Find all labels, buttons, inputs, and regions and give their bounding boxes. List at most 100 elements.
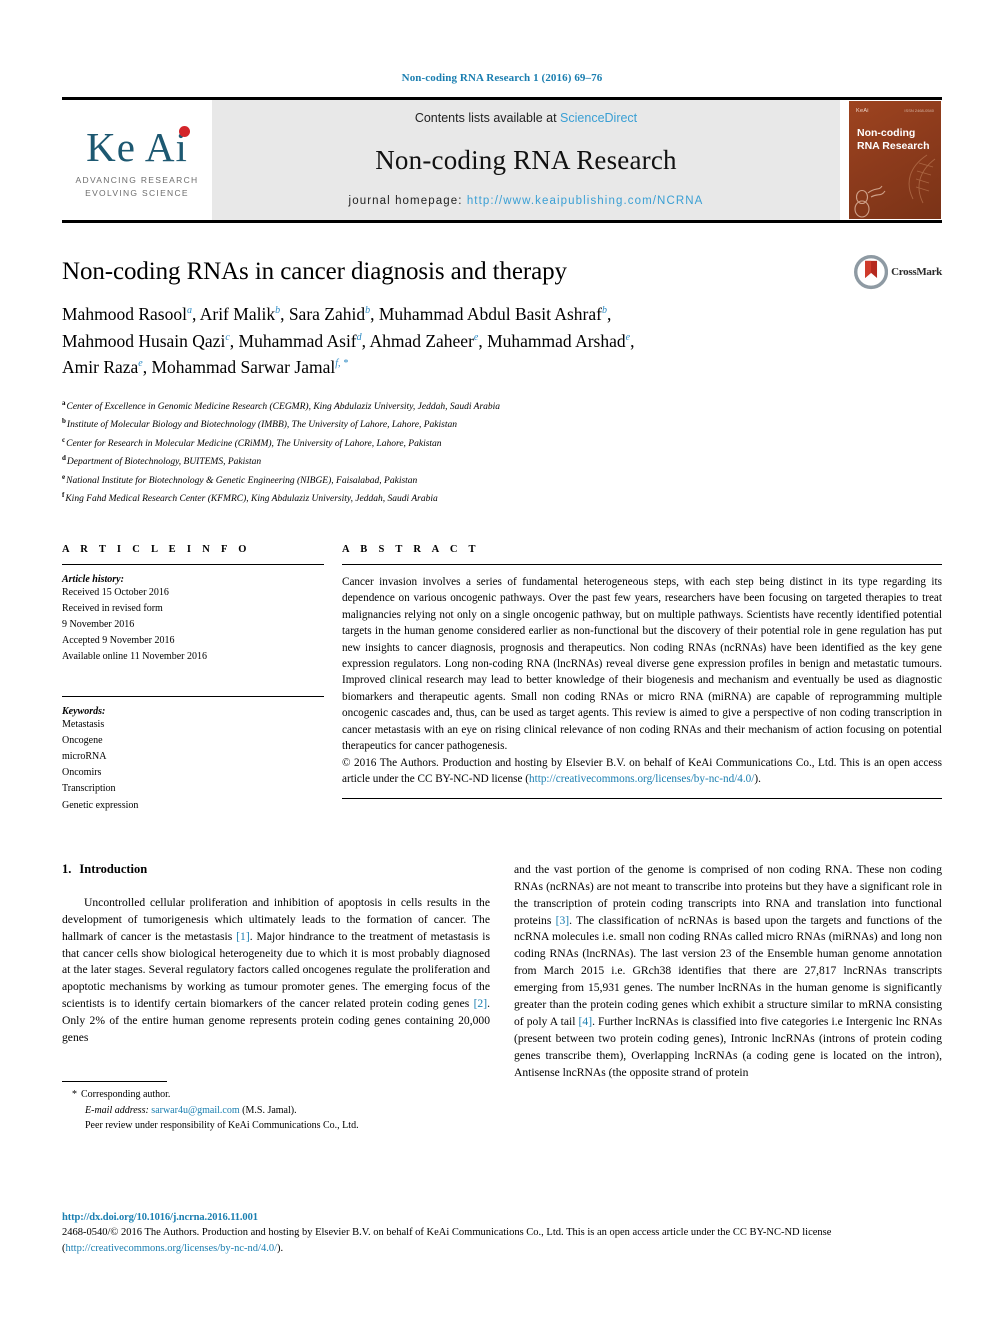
- keai-red-dot-icon: [178, 126, 190, 138]
- affiliation-text: Institute of Molecular Biology and Biote…: [66, 420, 457, 431]
- history-line: 9 November 2016: [62, 619, 135, 631]
- affiliation-text: Center for Research in Molecular Medicin…: [66, 438, 442, 449]
- sciencedirect-link[interactable]: ScienceDirect: [560, 111, 637, 125]
- body-column-left: 1. Introduction Uncontrolled cellular pro…: [62, 862, 490, 1134]
- affiliation-mark: d: [62, 454, 66, 463]
- crossmark-badge[interactable]: CrossMark: [854, 251, 942, 293]
- contents-lists-line: Contents lists available at ScienceDirec…: [415, 111, 637, 125]
- email-label: E-mail address:: [85, 1104, 149, 1116]
- article-history-lines: Received 15 October 2016 Received in rev…: [62, 585, 324, 666]
- journal-title: Non-coding RNA Research: [375, 144, 677, 175]
- abstract-bottom-rule: [342, 797, 942, 799]
- body-column-right: and the vast portion of the genome is co…: [514, 862, 942, 1134]
- footnote-star-mark: *: [72, 1089, 77, 1101]
- citation-ref-4[interactable]: [4]: [579, 1015, 593, 1028]
- affiliation-item: bInstitute of Molecular Biology and Biot…: [62, 415, 942, 433]
- corresponding-author-note: * Corresponding author.: [72, 1087, 490, 1103]
- author-name: Amir Raza: [62, 357, 139, 378]
- article-info-heading: A R T I C L E I N F O: [62, 543, 251, 555]
- cc-license-link[interactable]: http://creativecommons.org/licenses/by-n…: [529, 773, 754, 785]
- author-name: Ahmad Zaheer: [369, 330, 474, 351]
- keai-tagline-line1: ADVANCING RESEARCH: [75, 175, 199, 186]
- masthead-bottom-rule: [62, 220, 942, 223]
- page-title: Non-coding RNAs in cancer diagnosis and …: [62, 258, 567, 285]
- author-name: Sara Zahid: [288, 304, 366, 324]
- section-number: 1.: [62, 861, 72, 876]
- keai-tagline-line2: EVOLVING SCIENCE: [85, 187, 189, 198]
- author-name: Mohammad Sarwar Jamal: [151, 357, 336, 378]
- author-affil-mark: b: [365, 305, 371, 317]
- footer-legal-post: ).: [277, 1242, 284, 1254]
- citation-ref-2[interactable]: [2]: [474, 997, 488, 1010]
- section-title: Introduction: [79, 861, 148, 876]
- page-footer: http://dx.doi.org/10.1016/j.ncrna.2016.1…: [62, 1212, 942, 1257]
- info-abstract-panel: A R T I C L E I N F O Article history: R…: [62, 544, 942, 818]
- author-affil-mark: e: [625, 331, 631, 343]
- affiliation-mark: c: [62, 435, 66, 444]
- history-line: Received in revised form: [62, 602, 163, 614]
- abstract-heading: A B S T R A C T: [342, 543, 480, 555]
- affiliation-list: aCenter of Excellence in Genomic Medicin…: [62, 397, 942, 508]
- keyword-item: Oncomirs: [62, 767, 102, 779]
- history-line: Accepted 9 November 2016: [62, 635, 175, 647]
- contents-prefix: Contents lists available at: [414, 111, 561, 125]
- author-name: Muhammad Asif: [238, 330, 357, 351]
- intro-paragraph-left: Uncontrolled cellular proliferation and …: [62, 895, 490, 1047]
- running-head: Non-coding RNA Research 1 (2016) 69–76: [401, 72, 603, 84]
- intro-right-mid: . The classification of ncRNAs is based …: [514, 913, 942, 1029]
- author-name: Mahmood Husain Qazi: [62, 330, 226, 351]
- body-columns: 1. Introduction Uncontrolled cellular pro…: [62, 862, 942, 1134]
- affiliation-mark: e: [62, 472, 66, 481]
- intro-paragraph-right: and the vast portion of the genome is co…: [514, 862, 942, 1082]
- keyword-item: Genetic expression: [62, 799, 139, 811]
- corresponding-author-text: Corresponding author.: [81, 1089, 171, 1101]
- journal-cover-thumbnail: KeAi ISSN 2468-0540 Non-coding RNA Resea…: [848, 100, 942, 220]
- journal-homepage-line: journal homepage: http://www.keaipublish…: [349, 195, 704, 207]
- journal-homepage-url[interactable]: http://www.keaipublishing.com/NCRNA: [467, 195, 704, 207]
- keai-wordmark-text: Ke Ai: [86, 126, 190, 168]
- keywords-list: Metastasis Oncogene microRNA Oncomirs Tr…: [62, 717, 324, 814]
- keywords-group: Keywords: Metastasis Oncogene microRNA O…: [62, 706, 324, 814]
- affiliation-text: Center of Excellence in Genomic Medicine…: [66, 401, 501, 412]
- history-line: Received 15 October 2016: [62, 586, 169, 598]
- article-history-group: Article history: Received 15 October 201…: [62, 574, 324, 666]
- abstract-copyright: © 2016 The Authors. Production and hosti…: [342, 755, 942, 788]
- corresponding-email-link[interactable]: sarwar4u@gmail.com: [151, 1105, 239, 1116]
- article-history-label: Article history:: [62, 573, 124, 585]
- affiliation-text: Department of Biotechnology, BUITEMS, Pa…: [66, 457, 262, 468]
- keai-tagline: ADVANCING RESEARCH EVOLVING SCIENCE: [76, 174, 199, 199]
- keyword-item: microRNA: [62, 751, 107, 762]
- doi-link[interactable]: http://dx.doi.org/10.1016/j.ncrna.2016.1…: [62, 1212, 942, 1223]
- affiliation-mark: f: [62, 491, 65, 500]
- cover-topbar: KeAi ISSN 2468-0540: [849, 101, 941, 114]
- footer-cc-license-link[interactable]: http://creativecommons.org/licenses/by-n…: [66, 1243, 278, 1254]
- section-heading-introduction: 1. Introduction: [62, 862, 490, 877]
- affiliation-text: National Institute for Biotechnology & G…: [66, 475, 418, 486]
- citation-ref-1[interactable]: [1]: [236, 930, 250, 943]
- author-affil-mark: c: [225, 331, 230, 343]
- footer-legal-text: 2468-0540/© 2016 The Authors. Production…: [62, 1225, 942, 1257]
- article-info-rule: [62, 563, 324, 565]
- peer-review-note: Peer review under responsibility of KeAi…: [85, 1120, 359, 1132]
- keyword-item: Transcription: [62, 783, 116, 795]
- affiliation-text: King Fahd Medical Research Center (KFMRC…: [65, 494, 438, 505]
- footnote-block: * Corresponding author. E-mail address: s…: [62, 1087, 490, 1134]
- citation-ref-3[interactable]: [3]: [556, 914, 570, 927]
- author-affil-mark: b: [601, 305, 607, 317]
- email-note: E-mail address: sarwar4u@gmail.com (M.S.…: [72, 1103, 490, 1119]
- cover-artwork: [849, 153, 941, 219]
- history-line: Available online 11 November 2016: [62, 651, 207, 663]
- article-page: Non-coding RNA Research 1 (2016) 69–76 K…: [0, 0, 992, 1323]
- masthead-center-panel: Contents lists available at ScienceDirec…: [212, 100, 840, 220]
- cover-journal-title: Non-coding RNA Research: [857, 127, 930, 153]
- affiliation-item: fKing Fahd Medical Research Center (KFMR…: [62, 489, 942, 507]
- author-name: Arif Malik: [199, 304, 276, 324]
- author-affil-mark: f, *: [335, 358, 348, 370]
- page-content: Non-coding RNA Research 1 (2016) 69–76 K…: [62, 0, 942, 1134]
- abstract-text: Cancer invasion involves a series of fun…: [342, 575, 942, 753]
- email-suffix: (M.S. Jamal).: [242, 1104, 297, 1116]
- keyword-item: Oncogene: [62, 734, 103, 746]
- author-list: Mahmood Rasoola, Arif Malikb, Sara Zahid…: [62, 304, 635, 378]
- footnote-separator: [62, 1081, 167, 1083]
